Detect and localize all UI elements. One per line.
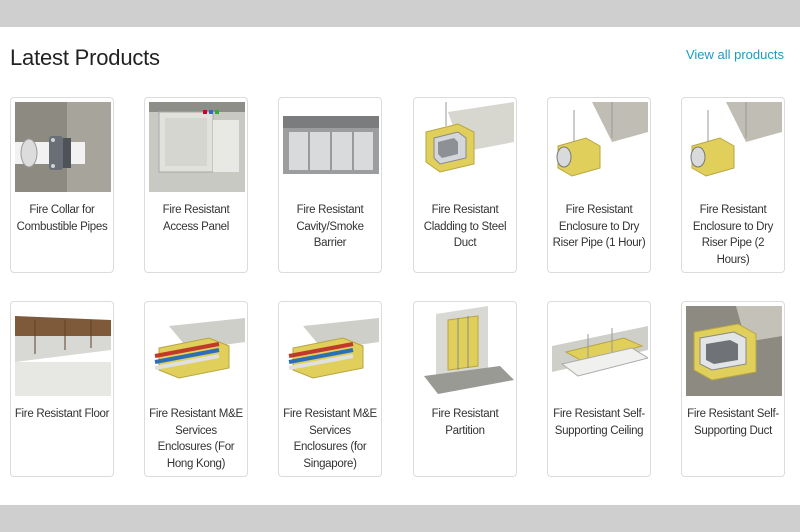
me-enclosure-sg-image xyxy=(283,306,379,396)
product-name: Fire Resistant M&E Services Enclosures (… xyxy=(149,408,243,470)
product-name: Fire Resistant Floor xyxy=(14,408,110,420)
products-page: Latest Products View all products Fire C… xyxy=(0,27,800,505)
product-card[interactable]: Fire Resistant Enclosure to Dry Riser Pi… xyxy=(681,97,785,273)
self-supporting-duct-image xyxy=(686,306,782,396)
product-name: Fire Resistant Cladding to Steel Duct xyxy=(423,204,507,249)
product-card[interactable]: Fire Resistant Access Panel xyxy=(144,97,248,273)
product-name: Fire Resistant Enclosure to Dry Riser Pi… xyxy=(552,204,646,249)
product-card[interactable]: Fire Resistant Enclosure to Dry Riser Pi… xyxy=(547,97,651,273)
partition-image xyxy=(418,306,514,396)
product-grid: Fire Collar for Combustible Pipes Fire R… xyxy=(10,97,790,497)
fire-collar-pipe-image xyxy=(15,102,111,192)
product-card[interactable]: Fire Collar for Combustible Pipes xyxy=(10,97,114,273)
product-card[interactable]: Fire Resistant Cavity/Smoke Barrier xyxy=(278,97,382,273)
cavity-barrier-image xyxy=(283,102,379,192)
product-name: Fire Collar for Combustible Pipes xyxy=(16,204,108,233)
riser-pipe-2h-image xyxy=(686,102,782,192)
riser-pipe-1h-image xyxy=(552,102,648,192)
fire-floor-image xyxy=(15,306,111,396)
product-card[interactable]: Fire Resistant Self-Supporting Ceiling xyxy=(547,301,651,477)
cladding-duct-image xyxy=(418,102,514,192)
product-card[interactable]: Fire Resistant Cladding to Steel Duct xyxy=(413,97,517,273)
product-name: Fire Resistant Self-Supporting Ceiling xyxy=(553,408,645,437)
access-panel-image xyxy=(149,102,245,192)
product-name: Fire Resistant Access Panel xyxy=(162,204,230,233)
section-title: Latest Products xyxy=(10,45,160,70)
product-name: Fire Resistant Self-Supporting Duct xyxy=(687,408,779,437)
product-card[interactable]: Fire Resistant M&E Services Enclosures (… xyxy=(144,301,248,477)
product-name: Fire Resistant Enclosure to Dry Riser Pi… xyxy=(692,204,774,266)
view-all-products-link[interactable]: View all products xyxy=(686,47,784,62)
product-name: Fire Resistant Partition xyxy=(431,408,499,437)
self-supporting-ceiling-image xyxy=(552,306,648,396)
product-card[interactable]: Fire Resistant Self-Supporting Duct xyxy=(681,301,785,477)
product-card[interactable]: Fire Resistant Floor xyxy=(10,301,114,477)
product-name: Fire Resistant Cavity/Smoke Barrier xyxy=(296,204,364,249)
product-card[interactable]: Fire Resistant Partition xyxy=(413,301,517,477)
product-name: Fire Resistant M&E Services Enclosures (… xyxy=(283,408,377,470)
product-card[interactable]: Fire Resistant M&E Services Enclosures (… xyxy=(278,301,382,477)
me-enclosure-hk-image xyxy=(149,306,245,396)
